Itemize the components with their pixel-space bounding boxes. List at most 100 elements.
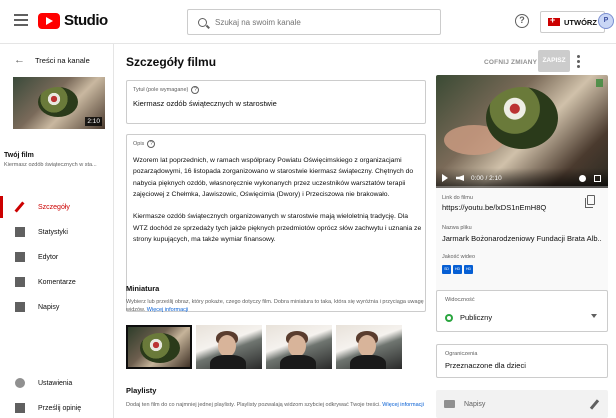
thumbnail-image	[350, 355, 386, 369]
thumbnail-image	[218, 335, 236, 357]
sidebar-item-label: Komentarze	[38, 278, 76, 286]
thumbnail-description: Wybierz lub prześlij obraz, który pokaże…	[126, 298, 426, 314]
thumbnail-option[interactable]	[266, 325, 332, 369]
create-button[interactable]: UTWÓRZ	[540, 11, 605, 33]
feedback-icon	[15, 403, 25, 413]
help-icon[interactable]: ?	[515, 14, 529, 28]
visibility-select[interactable]: Widoczność Publiczny	[436, 290, 608, 332]
your-film-title: Kiermasz ozdób świątecznych w sta...	[4, 162, 97, 168]
save-button[interactable]: ZAPISZ	[538, 50, 570, 72]
studio-logo[interactable]: Studio	[38, 12, 108, 29]
description-paragraph: Kiermasze ozdób świątecznych organizowan…	[133, 213, 422, 244]
file-name: Jarmark Bożonarodzeniowy Fundacji Brata …	[442, 234, 602, 243]
sidebar-item-settings[interactable]: Ustawienia	[0, 372, 114, 394]
description-field-label: Opis ?	[133, 140, 156, 148]
video-time: 0:00 / 2:10	[471, 174, 502, 182]
sidebar-item-comments[interactable]: Komentarze	[0, 271, 114, 293]
main-content: Szczegóły filmu COFNIJ ZMIANY ZAPISZ Tyt…	[115, 44, 616, 418]
menu-icon[interactable]	[14, 14, 28, 26]
create-video-icon	[548, 15, 560, 26]
sidebar-item-editor[interactable]: Edytor	[0, 246, 114, 268]
playlists-more-link[interactable]: Więcej informacji	[382, 402, 424, 408]
volume-icon[interactable]	[456, 175, 464, 181]
comments-icon	[15, 277, 25, 287]
sidebar-item-label: Prześlij opinię	[38, 404, 82, 412]
subtitles-icon	[444, 400, 455, 408]
restrictions-field[interactable]: Ograniczenia Przeznaczone dla dzieci	[436, 344, 608, 378]
your-film-label: Twój film	[4, 152, 34, 159]
player-controls: 0:00 / 2:10	[436, 168, 608, 188]
analytics-icon	[15, 227, 25, 237]
more-vert-icon[interactable]	[577, 55, 580, 68]
title-field-label: Tytuł (pole wymagane) ?	[133, 86, 200, 94]
thumbnail-image	[288, 335, 306, 357]
fullscreen-icon[interactable]	[594, 175, 601, 182]
chevron-down-icon	[591, 314, 597, 318]
progress-bar[interactable]	[436, 186, 608, 188]
thumbnail-option[interactable]	[336, 325, 402, 369]
help-icon[interactable]: ?	[147, 140, 156, 148]
file-name-label: Nazwa pliku	[442, 225, 472, 231]
sidebar-item-analytics[interactable]: Statystyki	[0, 221, 114, 243]
arrow-back-icon: ←	[14, 54, 25, 66]
youtube-play-icon	[38, 12, 60, 29]
description-value[interactable]: Wzorem lat poprzednich, w ramach współpr…	[133, 155, 423, 257]
subtitles-icon	[15, 302, 25, 312]
playlists-title: Playlisty	[126, 386, 157, 395]
edit-icon[interactable]	[589, 399, 600, 410]
thumbnail-option[interactable]	[196, 325, 262, 369]
sidebar-item-details[interactable]: Szczegóły	[0, 196, 114, 218]
thumbnail-duration: 2:10	[85, 117, 102, 126]
visibility-text: Publiczny	[460, 313, 493, 322]
back-to-content[interactable]: ← Treści na kanale	[14, 54, 90, 66]
help-icon[interactable]: ?	[191, 86, 200, 94]
copy-icon[interactable]	[585, 195, 595, 208]
thumbnail-image	[140, 333, 180, 363]
video-badge	[596, 79, 603, 87]
subtitles-row[interactable]: Napisy	[436, 390, 608, 418]
sidebar-item-label: Ustawienia	[38, 379, 73, 387]
sidebar-item-feedback[interactable]: Prześlij opinię	[0, 397, 114, 418]
editor-icon	[15, 252, 25, 262]
sidebar-item-label: Napisy	[38, 303, 60, 311]
thumbnail-option[interactable]	[126, 325, 192, 369]
title-value[interactable]: Kiermasz ozdób świątecznych w starostwie	[133, 99, 277, 108]
video-link-label: Link do filmu	[442, 195, 473, 201]
thumbnail-title: Miniatura	[126, 284, 160, 293]
video-player[interactable]: 0:00 / 2:10	[436, 75, 608, 188]
thumbnail-image	[38, 87, 78, 117]
thumbnail-image	[358, 335, 376, 357]
description-field[interactable]: Opis ? Wzorem lat poprzednich, w ramach …	[126, 134, 426, 312]
thumbnail-image	[210, 355, 246, 369]
public-icon	[445, 313, 453, 322]
playlists-description: Dodaj ten film do co najmniej jednej pla…	[126, 401, 426, 409]
quality-badge: HD	[464, 265, 473, 274]
title-field[interactable]: Tytuł (pole wymagane) ? Kiermasz ozdób ś…	[126, 80, 426, 124]
quality-badges: SD HD HD	[442, 265, 475, 274]
search-box[interactable]	[187, 9, 441, 35]
play-icon[interactable]	[442, 174, 448, 182]
description-label-text: Opis	[133, 141, 145, 147]
thumbnail-more-link[interactable]: Więcej informacji	[147, 307, 189, 313]
search-icon	[198, 17, 207, 27]
video-thumbnail[interactable]: 2:10	[13, 77, 105, 129]
playlists-text: Dodaj ten film do co najmniej jednej pla…	[126, 402, 381, 408]
sidebar-item-label: Statystyki	[38, 228, 68, 236]
top-bar: Studio ? UTWÓRZ P	[0, 0, 616, 44]
avatar[interactable]: P	[598, 13, 614, 29]
visibility-label: Widoczność	[445, 297, 475, 303]
thumbnail-image	[280, 355, 316, 369]
gear-icon	[15, 378, 25, 388]
sidebar-item-subtitles[interactable]: Napisy	[0, 296, 114, 318]
logo-text: Studio	[64, 12, 108, 29]
search-input[interactable]	[215, 17, 415, 27]
undo-changes-button[interactable]: COFNIJ ZMIANY	[482, 55, 539, 70]
create-label: UTWÓRZ	[564, 17, 597, 27]
quality-badge: SD	[442, 265, 451, 274]
restrictions-value: Przeznaczone dla dzieci	[445, 361, 526, 370]
settings-gear-icon[interactable]	[579, 175, 586, 182]
sidebar-item-label: Szczegóły	[38, 203, 70, 211]
sidebar: ← Treści na kanale 2:10 Twój film Kierma…	[0, 44, 114, 418]
video-link[interactable]: https://youtu.be/lxDS1nEmH8Q	[442, 203, 582, 212]
sidebar-item-label: Edytor	[38, 253, 59, 261]
